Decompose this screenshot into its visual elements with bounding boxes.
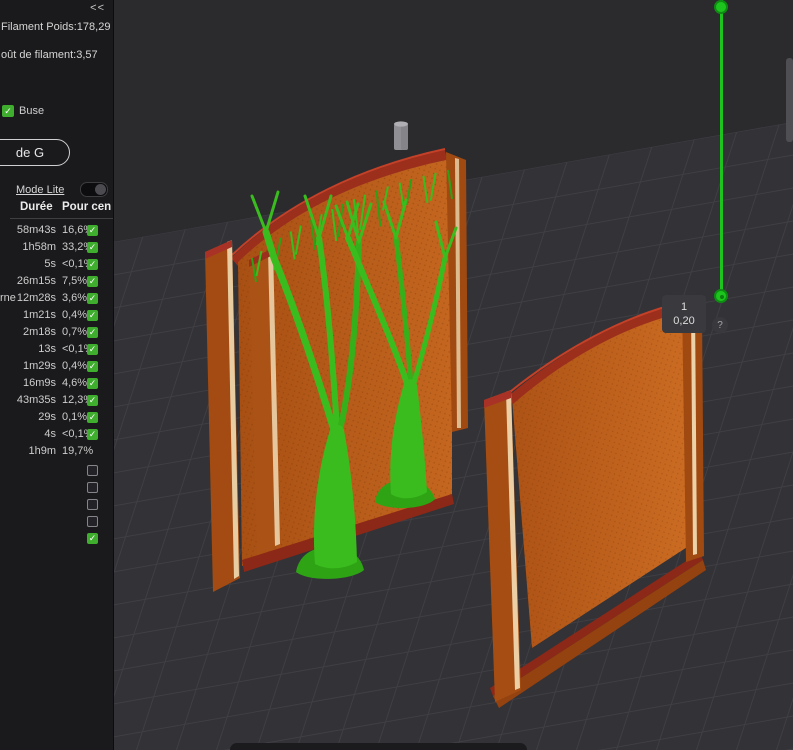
nozzle-checkbox[interactable] <box>2 105 14 117</box>
feature-row[interactable]: 1m29s 0,4% <box>0 358 113 375</box>
duration-header: Durée <box>20 201 53 213</box>
mode-lite-link[interactable]: Mode Lite <box>16 184 64 196</box>
feature-row[interactable]: 43m35s12,3% <box>0 392 113 409</box>
mode-lite-toggle[interactable] <box>80 182 108 197</box>
feature-row[interactable]: 29s 0,1% <box>0 409 113 426</box>
feature-checkbox[interactable] <box>87 310 98 321</box>
extra-option-row[interactable] <box>0 496 113 513</box>
feature-row[interactable]: 1h9m 19,7% <box>0 443 113 460</box>
feature-checkbox[interactable] <box>87 293 98 304</box>
extra-option-row[interactable] <box>0 462 113 479</box>
legend-sidebar: << Filament Poids:178,29 oût de filament… <box>0 0 114 750</box>
feature-percent: 0,7% <box>62 324 87 341</box>
feature-duration: 1h9m <box>0 443 56 460</box>
feature-checkbox[interactable] <box>87 378 98 389</box>
feature-checkbox[interactable] <box>87 344 98 355</box>
feature-checkbox[interactable] <box>87 327 98 338</box>
feature-duration: 26m15s <box>0 273 56 290</box>
feature-duration: 1m21s <box>0 307 56 324</box>
extra-option-checkbox[interactable] <box>87 499 98 510</box>
extra-option-row[interactable] <box>0 513 113 530</box>
feature-checkbox[interactable] <box>87 395 98 406</box>
feature-list: 58m43s16,6%1h58m33,2%5s<0,1%26m15s7,5%rn… <box>0 222 113 460</box>
feature-checkbox[interactable] <box>87 361 98 372</box>
feature-percent: 4,6% <box>62 375 87 392</box>
feature-row[interactable]: 2m18s 0,7% <box>0 324 113 341</box>
feature-duration: 58m43s <box>0 222 56 239</box>
feature-checkbox[interactable] <box>87 429 98 440</box>
feature-duration: 29s <box>0 409 56 426</box>
feature-duration: 4s <box>0 426 56 443</box>
feature-duration: 16m9s <box>0 375 56 392</box>
feature-row[interactable]: rne12m28s3,6% <box>0 290 113 307</box>
extra-option-checkbox[interactable] <box>87 516 98 527</box>
layer-slider-bottom-handle[interactable] <box>714 289 728 303</box>
feature-row[interactable]: 1m21s 0,4% <box>0 307 113 324</box>
feature-duration: 2m18s <box>0 324 56 341</box>
viewport-3d[interactable] <box>0 0 793 750</box>
feature-row[interactable]: 13s<0,1% <box>0 341 113 358</box>
feature-duration: 13s <box>0 341 56 358</box>
mode-lite-row: Mode Lite <box>16 182 108 197</box>
filament-weight-stat: Filament Poids:178,29 <box>1 21 110 33</box>
scrollbar-thumb[interactable] <box>786 58 793 142</box>
feature-duration: 5s <box>0 256 56 273</box>
feature-row[interactable]: 1h58m33,2% <box>0 239 113 256</box>
extra-option-checkbox[interactable] <box>87 482 98 493</box>
feature-row[interactable]: 16m9s 4,6% <box>0 375 113 392</box>
gcode-button[interactable]: de G <box>0 139 70 166</box>
feature-duration: 1m29s <box>0 358 56 375</box>
feature-row[interactable]: 58m43s16,6% <box>0 222 113 239</box>
feature-row[interactable]: 5s<0,1% <box>0 256 113 273</box>
feature-checkbox[interactable] <box>87 242 98 253</box>
extra-option-checkbox[interactable] <box>87 533 98 544</box>
purge-cylinder-model[interactable] <box>394 121 408 150</box>
toggle-knob <box>95 184 106 195</box>
feature-percent: 19,7% <box>62 443 93 460</box>
feature-checkbox[interactable] <box>87 412 98 423</box>
feature-duration: 1h58m <box>0 239 56 256</box>
feature-checkbox[interactable] <box>87 225 98 236</box>
feature-duration: 43m35s <box>0 392 56 409</box>
feature-checkbox[interactable] <box>87 276 98 287</box>
nozzle-label: Buse <box>19 105 44 117</box>
layer-indicator: 1 0,20 <box>662 295 706 333</box>
header-divider <box>10 218 113 219</box>
layer-slider-top-handle[interactable] <box>714 0 728 14</box>
feature-percent: 3,6% <box>62 290 87 307</box>
layer-height: 0,20 <box>673 314 694 328</box>
extra-option-row[interactable] <box>0 530 113 547</box>
percent-header: Pour cen <box>62 201 111 213</box>
feature-percent: 0,4% <box>62 358 87 375</box>
feature-checkbox[interactable] <box>87 259 98 270</box>
layer-number: 1 <box>681 300 687 314</box>
feature-percent: 0,1% <box>62 409 87 426</box>
feature-percent: 7,5% <box>62 273 87 290</box>
bottom-toolbar-sliver[interactable] <box>230 743 527 750</box>
feature-row[interactable]: 26m15s 7,5% <box>0 273 113 290</box>
help-icon[interactable]: ? <box>712 317 728 333</box>
feature-percent: 0,4% <box>62 307 87 324</box>
feature-duration: 12m28s <box>0 290 56 307</box>
nozzle-row[interactable]: Buse <box>2 105 44 117</box>
filament-cost-stat: oût de filament:3,57 <box>1 49 98 61</box>
extra-option-row[interactable] <box>0 479 113 496</box>
slicer-window: 1 0,20 ? << Filament Poids:178,29 oût de… <box>0 0 793 750</box>
layer-slider-track[interactable] <box>720 0 723 298</box>
feature-row[interactable]: 4s<0,1% <box>0 426 113 443</box>
extra-options-list <box>0 462 113 547</box>
collapse-sidebar-button[interactable]: << <box>90 2 105 14</box>
extra-option-checkbox[interactable] <box>87 465 98 476</box>
